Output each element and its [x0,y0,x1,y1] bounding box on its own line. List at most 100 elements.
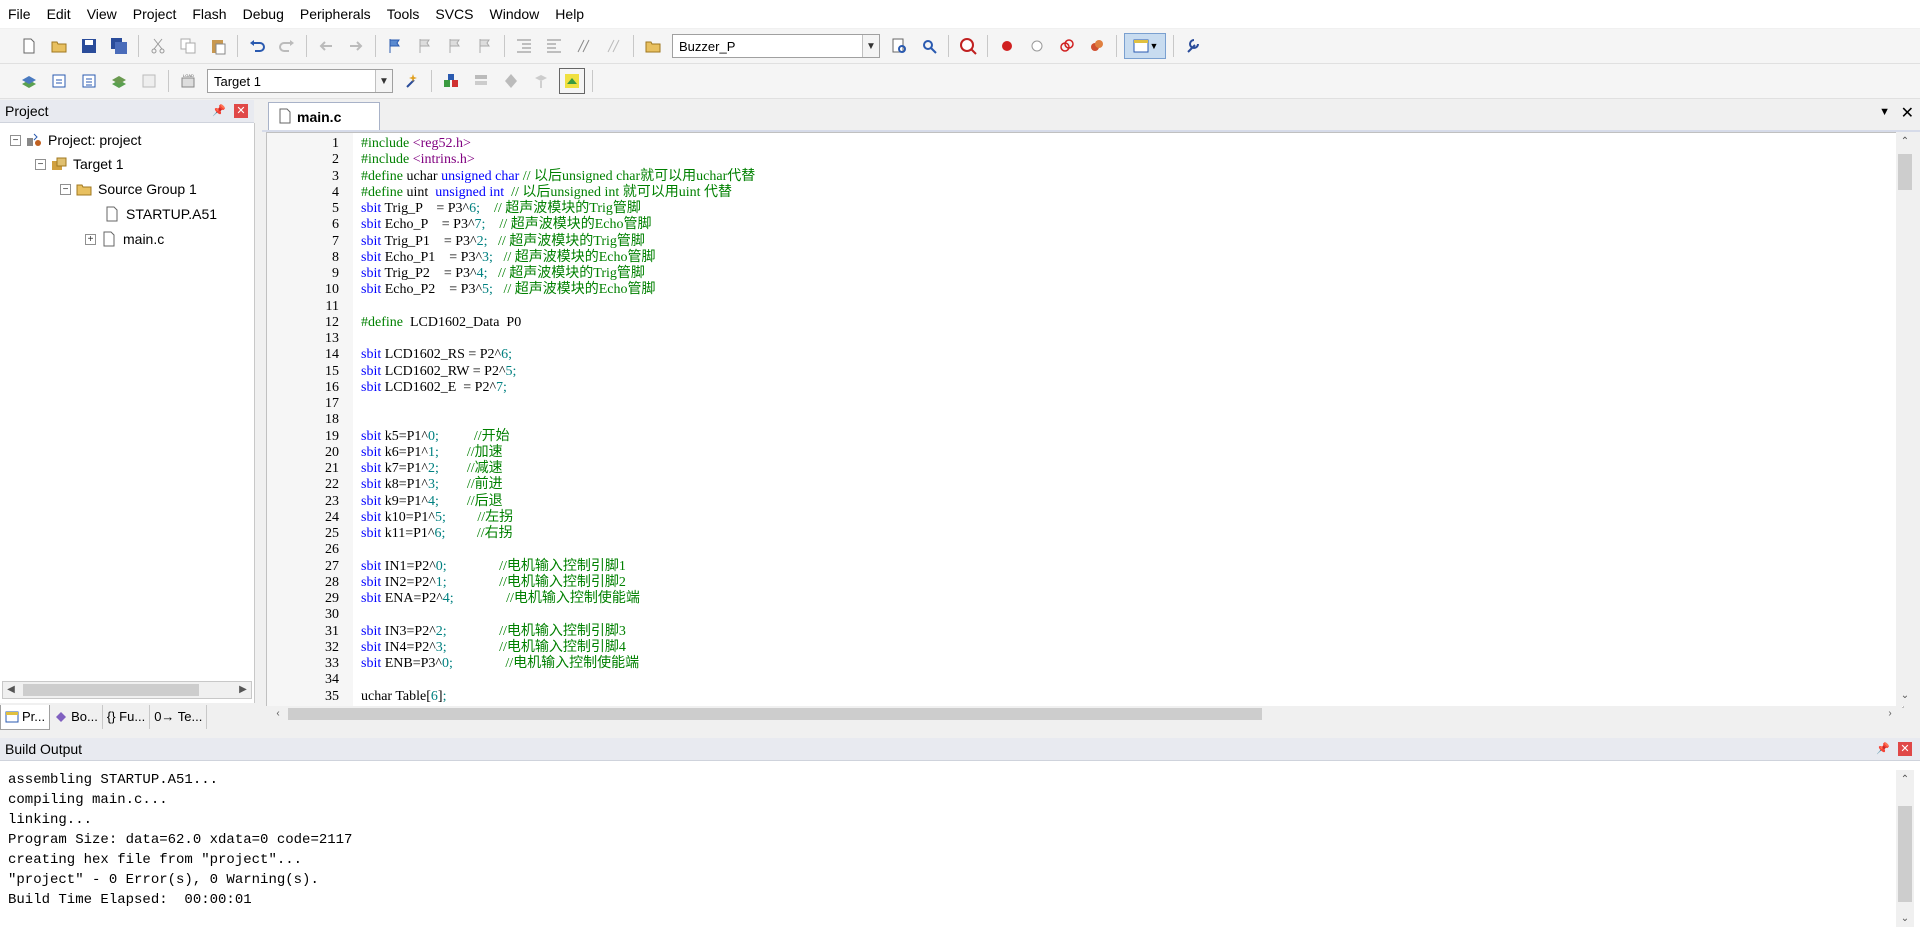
diamond-icon[interactable] [499,69,523,93]
debug-session-icon[interactable] [956,34,980,58]
target-options-icon[interactable] [400,69,424,93]
editor-vscrollbar[interactable]: ⌃ ⌄ [1896,132,1914,706]
select-packs-icon[interactable] [469,69,493,93]
target-combo[interactable]: Buzzer_P ▼ [672,34,880,58]
breakpoint-icon[interactable] [995,34,1019,58]
find-icon[interactable] [887,34,911,58]
close-tab-icon[interactable]: ✕ [1901,103,1914,123]
line-number: 4 [332,184,339,200]
collapse-icon[interactable]: − [35,158,46,170]
scroll-right-icon[interactable]: ▶ [235,682,251,698]
tab-project[interactable]: Pr... [0,705,51,730]
chevron-down-icon[interactable]: ▼ [375,70,392,92]
collapse-icon[interactable]: − [60,183,71,195]
menu-file[interactable]: File [0,0,39,28]
tab-dropdown-icon[interactable]: ▼ [1879,106,1890,118]
scroll-right-icon[interactable]: › [1882,706,1898,722]
uncomment-icon[interactable] [602,34,626,58]
bookmark-icon[interactable] [383,34,407,58]
save-icon[interactable] [77,34,101,58]
scroll-left-icon[interactable]: ◀ [3,682,19,698]
menu-peripherals[interactable]: Peripherals [292,0,379,28]
find-in-files-icon[interactable] [641,34,665,58]
save-all-icon[interactable] [107,34,131,58]
code-editor[interactable]: 1 2 3 4 5 6 7 8 9 10 11 12 13 14 15 16 17 18 19 20 21 22 23 24 2… [266,132,1904,708]
scroll-thumb[interactable] [1898,806,1912,902]
menu-window[interactable]: Window [482,0,548,28]
rebuild-icon[interactable] [77,69,101,93]
tab-books[interactable]: Bo... [50,705,103,729]
tab-label: Pr... [22,709,46,724]
editor-hscrollbar[interactable]: ‹ › [266,706,1902,724]
close-icon[interactable]: ✕ [234,104,248,118]
menu-debug[interactable]: Debug [235,0,292,28]
build-target-combo[interactable]: Target 1 ▼ [207,69,393,93]
pin-icon[interactable]: 📌 [212,104,226,118]
code-line: sbit Echo_P = P3^7; // 超声波模块的Echo管脚 [361,217,652,233]
indent-icon[interactable] [512,34,536,58]
scroll-down-icon[interactable]: ⌄ [1897,911,1913,927]
collapse-icon[interactable]: − [10,134,21,146]
menu-project[interactable]: Project [125,0,185,28]
next-bookmark-icon[interactable] [443,34,467,58]
menu-view[interactable]: View [79,0,125,28]
build-icon[interactable] [47,69,71,93]
incremental-find-icon[interactable] [917,34,941,58]
comment-icon[interactable] [572,34,596,58]
cut-icon[interactable] [146,34,170,58]
manage-components-icon[interactable] [439,69,463,93]
undo-icon[interactable] [245,34,269,58]
prev-bookmark-icon[interactable] [413,34,437,58]
configure-icon[interactable] [1181,34,1205,58]
scroll-left-icon[interactable]: ‹ [270,706,286,722]
menu-svcs[interactable]: SVCS [427,0,481,28]
unindent-icon[interactable] [542,34,566,58]
scroll-thumb[interactable] [288,708,1262,720]
open-folder-icon[interactable] [47,34,71,58]
tree-target[interactable]: − Target 1 [35,153,124,175]
download-icon[interactable]: LOAD [176,69,200,93]
pin-icon[interactable]: 📌 [1876,742,1890,756]
scroll-thumb[interactable] [23,684,199,696]
paste-icon[interactable] [206,34,230,58]
pack-manager-icon[interactable] [559,68,585,94]
tree-file-main[interactable]: + main.c [85,228,164,250]
tab-main-c[interactable]: main.c [268,102,380,130]
svg-text:LOAD: LOAD [183,73,194,78]
clear-bookmarks-icon[interactable] [473,34,497,58]
project-hscrollbar[interactable]: ◀ ▶ [2,681,252,699]
expand-icon[interactable]: + [85,233,96,245]
tree-file-startup[interactable]: STARTUP.A51 [103,203,217,225]
stop-build-icon[interactable] [137,69,161,93]
main-toolbar: Buzzer_P ▼ ▼ [0,29,1920,64]
tree-source-group[interactable]: − Source Group 1 [60,178,197,200]
window-layout-icon[interactable]: ▼ [1124,33,1166,59]
line-number: 2 [332,152,339,168]
new-file-icon[interactable] [17,34,41,58]
scroll-thumb[interactable] [1898,154,1912,190]
tree-project[interactable]: − Project: project [10,129,141,151]
disable-all-breakpoints-icon[interactable] [1055,34,1079,58]
menu-flash[interactable]: Flash [184,0,234,28]
scroll-up-icon[interactable]: ⌃ [1897,772,1913,788]
close-icon[interactable]: ✕ [1898,742,1912,756]
tab-functions[interactable]: {} Fu... [103,705,151,729]
build-vscrollbar[interactable]: ⌃ ⌄ [1896,770,1914,927]
nav-forward-icon[interactable] [344,34,368,58]
menu-tools[interactable]: Tools [379,0,428,28]
redo-icon[interactable] [275,34,299,58]
menu-help[interactable]: Help [547,0,592,28]
nav-back-icon[interactable] [314,34,338,58]
tab-templates[interactable]: 0→ Te... [150,705,208,729]
batch-build-icon[interactable] [107,69,131,93]
project-panel-title-text: Project [5,103,49,119]
pack-installer-icon[interactable] [529,69,553,93]
copy-icon[interactable] [176,34,200,58]
scroll-down-icon[interactable]: ⌄ [1897,688,1913,704]
menu-edit[interactable]: Edit [39,0,79,28]
disable-breakpoint-icon[interactable] [1025,34,1049,58]
scroll-up-icon[interactable]: ⌃ [1897,134,1913,150]
translate-icon[interactable] [17,69,41,93]
chevron-down-icon[interactable]: ▼ [862,35,879,57]
kill-all-breakpoints-icon[interactable] [1085,34,1109,58]
